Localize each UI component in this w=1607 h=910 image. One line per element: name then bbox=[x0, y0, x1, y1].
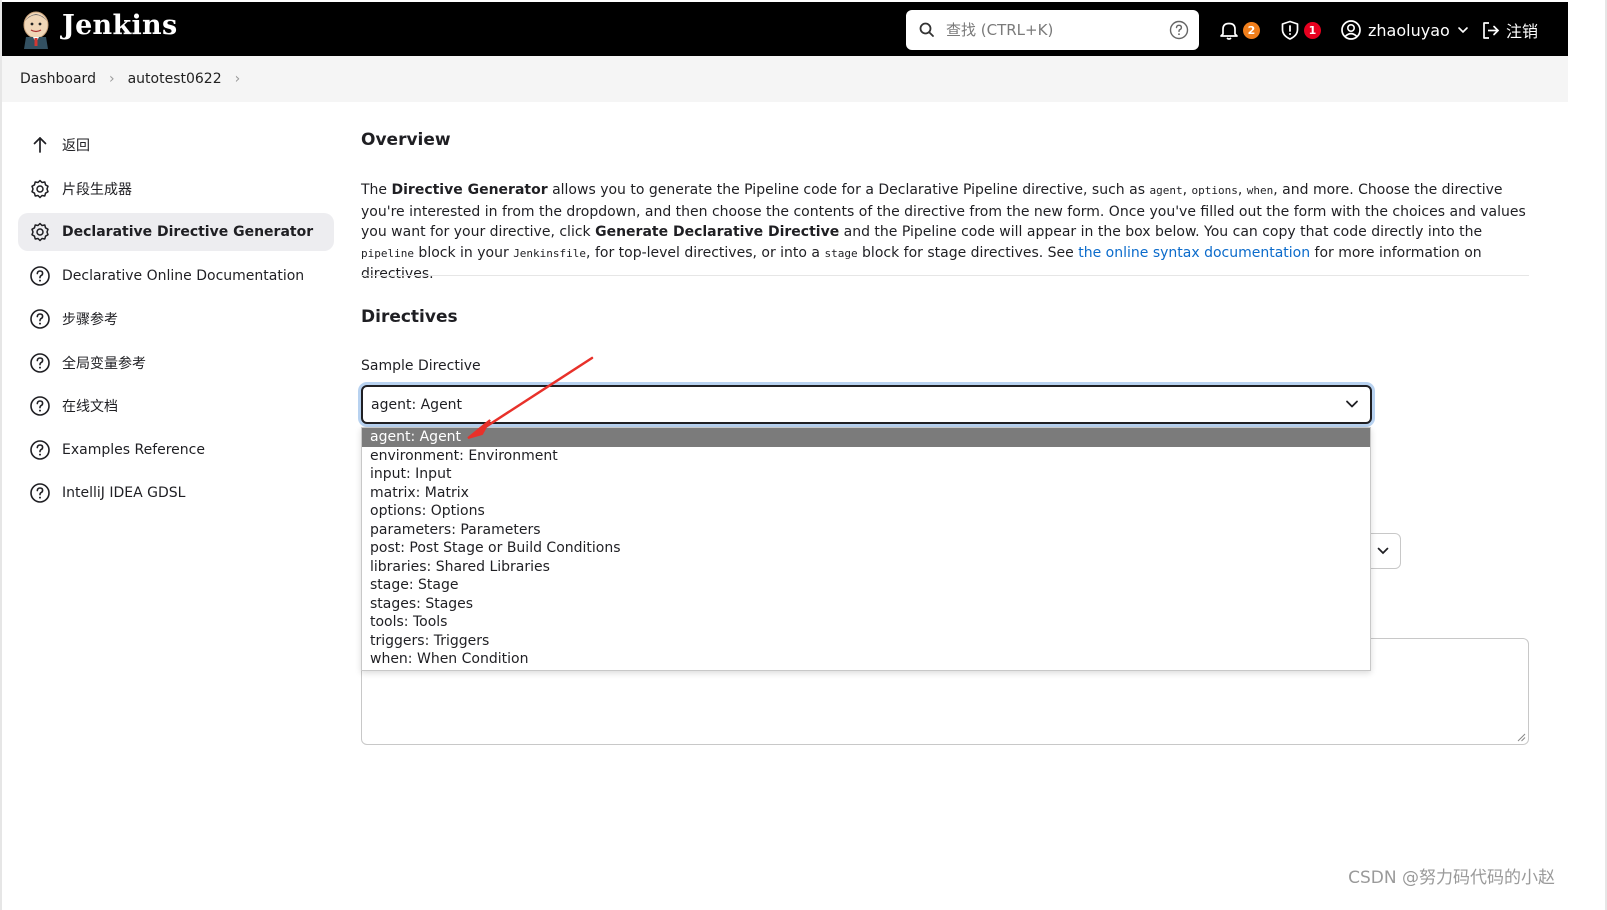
help-icon bbox=[30, 352, 50, 373]
logout-icon bbox=[1483, 21, 1500, 39]
resize-grip-icon[interactable] bbox=[1517, 733, 1526, 742]
search-box[interactable] bbox=[906, 10, 1199, 50]
text-bold: Directive Generator bbox=[391, 182, 548, 198]
sidebar-item-directive-generator[interactable]: Declarative Directive Generator bbox=[18, 213, 334, 251]
directive-option[interactable]: agent: Agent bbox=[362, 428, 1370, 447]
text-fragment: and the Pipeline code will appear in the… bbox=[839, 224, 1483, 241]
sidebar: 返回 片段生成器 Declarative Directive Generator… bbox=[18, 126, 334, 518]
logout-label: 注销 bbox=[1506, 22, 1539, 41]
sidebar-item-label: 步骤参考 bbox=[62, 312, 118, 328]
sidebar-item-intellij-gdsl[interactable]: IntelliJ IDEA GDSL bbox=[18, 474, 334, 512]
sidebar-item-online-docs[interactable]: 在线文档 bbox=[18, 387, 334, 425]
sidebar-item-label: Declarative Online Documentation bbox=[62, 267, 305, 284]
text-fragment: allows you to generate the Pipeline code… bbox=[547, 182, 1150, 198]
text-fragment: block in your bbox=[413, 244, 514, 261]
text-fragment: , for top-level directives, or into a bbox=[586, 244, 825, 261]
directives-title: Directives bbox=[361, 307, 458, 327]
search-icon bbox=[919, 22, 934, 37]
sidebar-item-snippet-generator[interactable]: 片段生成器 bbox=[18, 170, 334, 208]
search-input[interactable] bbox=[946, 18, 1156, 42]
directive-option[interactable]: stages: Stages bbox=[362, 595, 1370, 614]
sidebar-item-label: Examples Reference bbox=[62, 441, 205, 458]
notifications-button[interactable]: 2 bbox=[1218, 16, 1260, 44]
jenkins-logo-icon[interactable] bbox=[19, 9, 53, 49]
directive-option[interactable]: environment: Environment bbox=[362, 447, 1370, 466]
code-fragment: agent bbox=[1149, 184, 1183, 197]
shield-icon bbox=[1281, 20, 1299, 40]
security-button[interactable]: 1 bbox=[1279, 16, 1321, 44]
divider bbox=[361, 275, 1529, 276]
directive-option[interactable]: post: Post Stage or Build Conditions bbox=[362, 539, 1370, 558]
text-fragment: The bbox=[361, 182, 392, 198]
help-icon bbox=[30, 309, 50, 329]
sample-directive-select[interactable]: agent: Agent bbox=[361, 385, 1372, 424]
overview-description: The Directive Generator allows you to ge… bbox=[361, 180, 1529, 285]
sidebar-item-examples-reference[interactable]: Examples Reference bbox=[18, 431, 334, 469]
syntax-documentation-link[interactable]: the online syntax documentation bbox=[1078, 245, 1310, 261]
directive-option[interactable]: matrix: Matrix bbox=[362, 484, 1370, 503]
code-fragment: stage bbox=[824, 246, 858, 260]
sidebar-item-global-variables[interactable]: 全局变量参考 bbox=[18, 344, 334, 382]
directive-option[interactable]: libraries: Shared Libraries bbox=[362, 558, 1370, 577]
breadcrumb-separator-icon[interactable]: › bbox=[109, 71, 115, 87]
security-badge: 1 bbox=[1304, 21, 1321, 39]
sidebar-item-label: Declarative Directive Generator bbox=[62, 224, 314, 240]
chevron-down-icon bbox=[1457, 27, 1468, 34]
user-name: zhaoluyao bbox=[1368, 20, 1450, 40]
brand-title[interactable]: Jenkins bbox=[62, 10, 177, 41]
sidebar-item-label: IntelliJ IDEA GDSL bbox=[62, 485, 186, 501]
text-fragment: , bbox=[1237, 182, 1247, 198]
search-help-icon[interactable] bbox=[1169, 20, 1189, 40]
directive-option[interactable]: triggers: Triggers bbox=[362, 632, 1370, 651]
bell-icon bbox=[1220, 22, 1238, 40]
directive-option[interactable]: input: Input bbox=[362, 465, 1370, 484]
arrow-up-icon bbox=[33, 137, 47, 153]
code-fragment: pipeline bbox=[361, 246, 414, 260]
user-menu[interactable]: zhaoluyao bbox=[1340, 16, 1470, 44]
gear-icon bbox=[31, 222, 49, 242]
overview-title: Overview bbox=[361, 130, 451, 150]
sidebar-item-label: 在线文档 bbox=[62, 399, 118, 415]
help-icon bbox=[30, 483, 50, 503]
user-avatar-icon bbox=[1341, 20, 1361, 40]
sidebar-item-label: 片段生成器 bbox=[62, 181, 132, 198]
directive-option[interactable]: when: When Condition bbox=[362, 650, 1370, 669]
directive-option[interactable]: options: Options bbox=[362, 502, 1370, 521]
selected-value: agent: Agent bbox=[371, 396, 463, 413]
sidebar-item-label: 全局变量参考 bbox=[62, 355, 146, 372]
breadcrumb: Dashboard › autotest0622 › bbox=[2, 56, 1568, 102]
sidebar-item-back[interactable]: 返回 bbox=[18, 126, 334, 164]
text-fragment: block for stage directives. See bbox=[857, 244, 1079, 261]
sidebar-item-online-documentation[interactable]: Declarative Online Documentation bbox=[18, 257, 334, 295]
directive-option[interactable]: stage: Stage bbox=[362, 576, 1370, 595]
directive-options-list: agent: Agent environment: Environment inpu… bbox=[361, 427, 1371, 671]
help-icon bbox=[30, 265, 50, 286]
directive-option[interactable]: parameters: Parameters bbox=[362, 521, 1370, 540]
breadcrumb-separator-icon[interactable]: › bbox=[235, 71, 241, 87]
gear-icon bbox=[31, 179, 49, 198]
breadcrumb-dashboard[interactable]: Dashboard bbox=[20, 71, 96, 87]
help-icon bbox=[30, 439, 50, 460]
notifications-badge: 2 bbox=[1243, 21, 1260, 39]
sidebar-item-steps-reference[interactable]: 步骤参考 bbox=[18, 300, 334, 338]
top-header: Jenkins 2 1 zhaol bbox=[2, 2, 1568, 56]
code-fragment: when bbox=[1246, 184, 1274, 197]
text-bold: Generate Declarative Directive bbox=[595, 224, 840, 241]
code-fragment: Jenkinsfile bbox=[513, 246, 587, 260]
watermark: CSDN @努力码代码的小赵 bbox=[1348, 868, 1555, 888]
help-icon bbox=[30, 396, 50, 416]
logout-button[interactable]: 注销 bbox=[1480, 16, 1538, 44]
breadcrumb-project[interactable]: autotest0622 bbox=[128, 71, 222, 87]
directive-option[interactable]: tools: Tools bbox=[362, 613, 1370, 632]
chevron-down-icon bbox=[1377, 547, 1389, 555]
chevron-down-icon bbox=[1346, 400, 1358, 408]
sidebar-item-label: 返回 bbox=[62, 138, 90, 154]
code-fragment: options bbox=[1191, 184, 1238, 197]
sample-directive-label: Sample Directive bbox=[361, 358, 481, 374]
